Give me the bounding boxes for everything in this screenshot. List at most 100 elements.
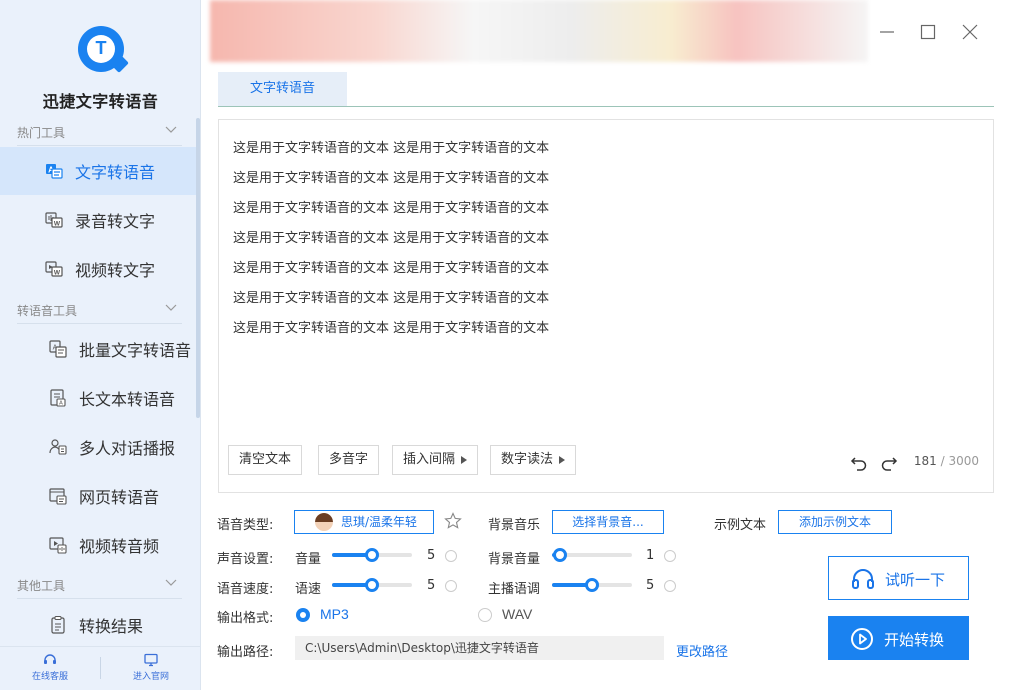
section-hot-tools[interactable]: 热门工具 (0, 118, 196, 146)
sidebar-item-label: 长文本转语音 (79, 390, 176, 409)
char-count: 181 (913, 454, 937, 468)
online-support-link[interactable]: 在线客服 (10, 653, 90, 682)
text-editor[interactable]: 这是用于文字转语音的文本 这是用于文字转语音的文本 这是用于文字转语音的文本 这… (218, 119, 994, 493)
editor-line: 这是用于文字转语音的文本 这是用于文字转语音的文本 (233, 291, 550, 306)
change-path-link[interactable]: 更改路径 (676, 641, 728, 660)
bg-volume-label: 背景音量 (488, 552, 541, 567)
clear-text-button[interactable]: 清空文本 (228, 445, 303, 475)
chevron-down-icon (165, 126, 177, 133)
webpage-icon (49, 488, 67, 505)
char-max: / 3000 (940, 454, 979, 468)
number-reading-button[interactable]: 数字读法 (490, 445, 577, 475)
bg-music-label: 背景音乐 (488, 518, 541, 533)
voice-type-label: 语音类型: (217, 518, 274, 533)
number-reading-label: 数字读法 (501, 452, 554, 467)
editor-line: 这是用于文字转语音的文本 这是用于文字转语音的文本 (233, 141, 550, 156)
bg-volume-slider-knob[interactable] (553, 548, 567, 562)
speed-slider-knob[interactable] (365, 578, 379, 592)
voice-avatar (315, 513, 333, 531)
close-icon[interactable] (960, 22, 980, 42)
bg-volume-reset-icon[interactable] (664, 550, 676, 562)
polyphone-button[interactable]: 多音字 (318, 445, 380, 475)
output-path-field[interactable]: C:\Users\Admin\Desktop\迅捷文字转语音 (295, 636, 664, 660)
volume-slider-knob[interactable] (365, 548, 379, 562)
sidebar-item-label: 网页转语音 (79, 488, 160, 507)
tab-underline (218, 106, 994, 107)
volume-value: 5 (427, 548, 436, 563)
section-other-tools[interactable]: 其他工具 (0, 571, 196, 599)
svg-text:A: A (59, 401, 63, 407)
sample-text-label: 示例文本 (714, 518, 767, 533)
undo-icon[interactable] (850, 454, 868, 472)
char-counter: 181 / 3000 (914, 454, 979, 468)
star-icon[interactable] (444, 512, 462, 530)
pitch-label: 主播语调 (488, 582, 541, 597)
pitch-reset-icon[interactable] (664, 580, 676, 592)
sidebar-item-webpage[interactable]: 网页转语音 (0, 472, 196, 520)
header-banner (210, 0, 868, 62)
volume-slider[interactable] (332, 548, 412, 562)
polyphone-label: 多音字 (329, 452, 369, 467)
bg-volume-slider[interactable] (552, 548, 632, 562)
speed-reset-icon[interactable] (445, 580, 457, 592)
insert-pause-button[interactable]: 插入间隔 (392, 445, 479, 475)
start-convert-button[interactable]: 开始转换 (828, 616, 969, 660)
section-label: 其他工具 (17, 579, 66, 593)
volume-reset-icon[interactable] (445, 550, 457, 562)
listen-button[interactable]: 试听一下 (828, 556, 969, 600)
headset-icon (44, 654, 56, 664)
tab-text-to-speech[interactable]: 文字转语音 (218, 72, 347, 106)
sidebar-item-text-to-speech[interactable]: A 文字转语音 (0, 147, 196, 195)
pitch-slider-knob[interactable] (585, 578, 599, 592)
speed-slider[interactable] (332, 578, 412, 592)
pitch-value: 5 (646, 578, 655, 593)
maximize-icon[interactable] (918, 22, 938, 42)
sidebar-item-batch-text[interactable]: A 批量文字转语音 (0, 325, 196, 373)
official-site-link[interactable]: 进入官网 (111, 653, 191, 682)
sidebar-item-results[interactable]: 转换结果 (0, 601, 196, 649)
video-to-text-icon: W (45, 261, 63, 277)
format-wav-radio[interactable] (478, 608, 492, 622)
sidebar-item-video-to-text[interactable]: W 视频转文字 (0, 245, 196, 293)
sidebar: T 迅捷文字转语音 热门工具 A 文字转语音 W 录音转文字 W 视频转文字 转… (0, 0, 201, 690)
online-support-label: 在线客服 (31, 672, 68, 682)
redo-icon[interactable] (880, 454, 898, 472)
sidebar-item-long-text[interactable]: A 长文本转语音 (0, 374, 196, 422)
volume-label: 音量 (295, 552, 322, 567)
sidebar-item-video-to-audio[interactable]: 视频转音频 (0, 521, 196, 569)
add-sample-text-button[interactable]: 添加示例文本 (778, 510, 892, 534)
speed-sub-label: 语速 (295, 582, 322, 597)
section-speech-tools[interactable]: 转语音工具 (0, 296, 196, 324)
sidebar-item-label: 录音转文字 (75, 212, 156, 231)
minimize-icon[interactable] (877, 22, 897, 42)
voice-select-button[interactable]: 思琪/温柔年轻 (294, 510, 434, 534)
video-to-audio-icon (49, 537, 67, 554)
editor-line: 这是用于文字转语音的文本 这是用于文字转语音的文本 (233, 231, 550, 246)
svg-text:W: W (54, 270, 61, 277)
sidebar-scrollbar[interactable] (196, 118, 200, 418)
listen-label: 试听一下 (885, 571, 946, 589)
audio-to-text-icon: W (45, 212, 63, 228)
sidebar-item-multi-speaker[interactable]: 多人对话播报 (0, 423, 196, 471)
pitch-slider[interactable] (552, 578, 632, 592)
play-circle-icon (851, 628, 873, 650)
sidebar-item-label: 文字转语音 (75, 163, 156, 182)
format-mp3-radio[interactable] (296, 608, 310, 622)
sound-settings-label: 声音设置: (217, 552, 274, 567)
start-convert-label: 开始转换 (884, 631, 945, 649)
bg-volume-value: 1 (646, 548, 655, 563)
sidebar-item-label: 多人对话播报 (79, 439, 176, 458)
editor-line: 这是用于文字转语音的文本 这是用于文字转语音的文本 (233, 201, 550, 216)
editor-text[interactable]: 这是用于文字转语音的文本 这是用于文字转语音的文本 这是用于文字转语音的文本 这… (233, 134, 549, 344)
speed-value: 5 (427, 578, 436, 593)
voice-name: 思琪/温柔年轻 (341, 515, 418, 529)
section-label: 热门工具 (17, 126, 66, 140)
select-bg-music-button[interactable]: 选择背景音... (552, 510, 664, 534)
long-text-icon: A (50, 389, 66, 407)
app-title: 迅捷文字转语音 (42, 92, 159, 111)
speed-label: 语音速度: (217, 582, 274, 597)
sidebar-item-audio-to-text[interactable]: W 录音转文字 (0, 196, 196, 244)
app-logo-icon: T (78, 26, 129, 73)
clear-text-label: 清空文本 (239, 452, 292, 467)
monitor-icon (144, 653, 158, 667)
